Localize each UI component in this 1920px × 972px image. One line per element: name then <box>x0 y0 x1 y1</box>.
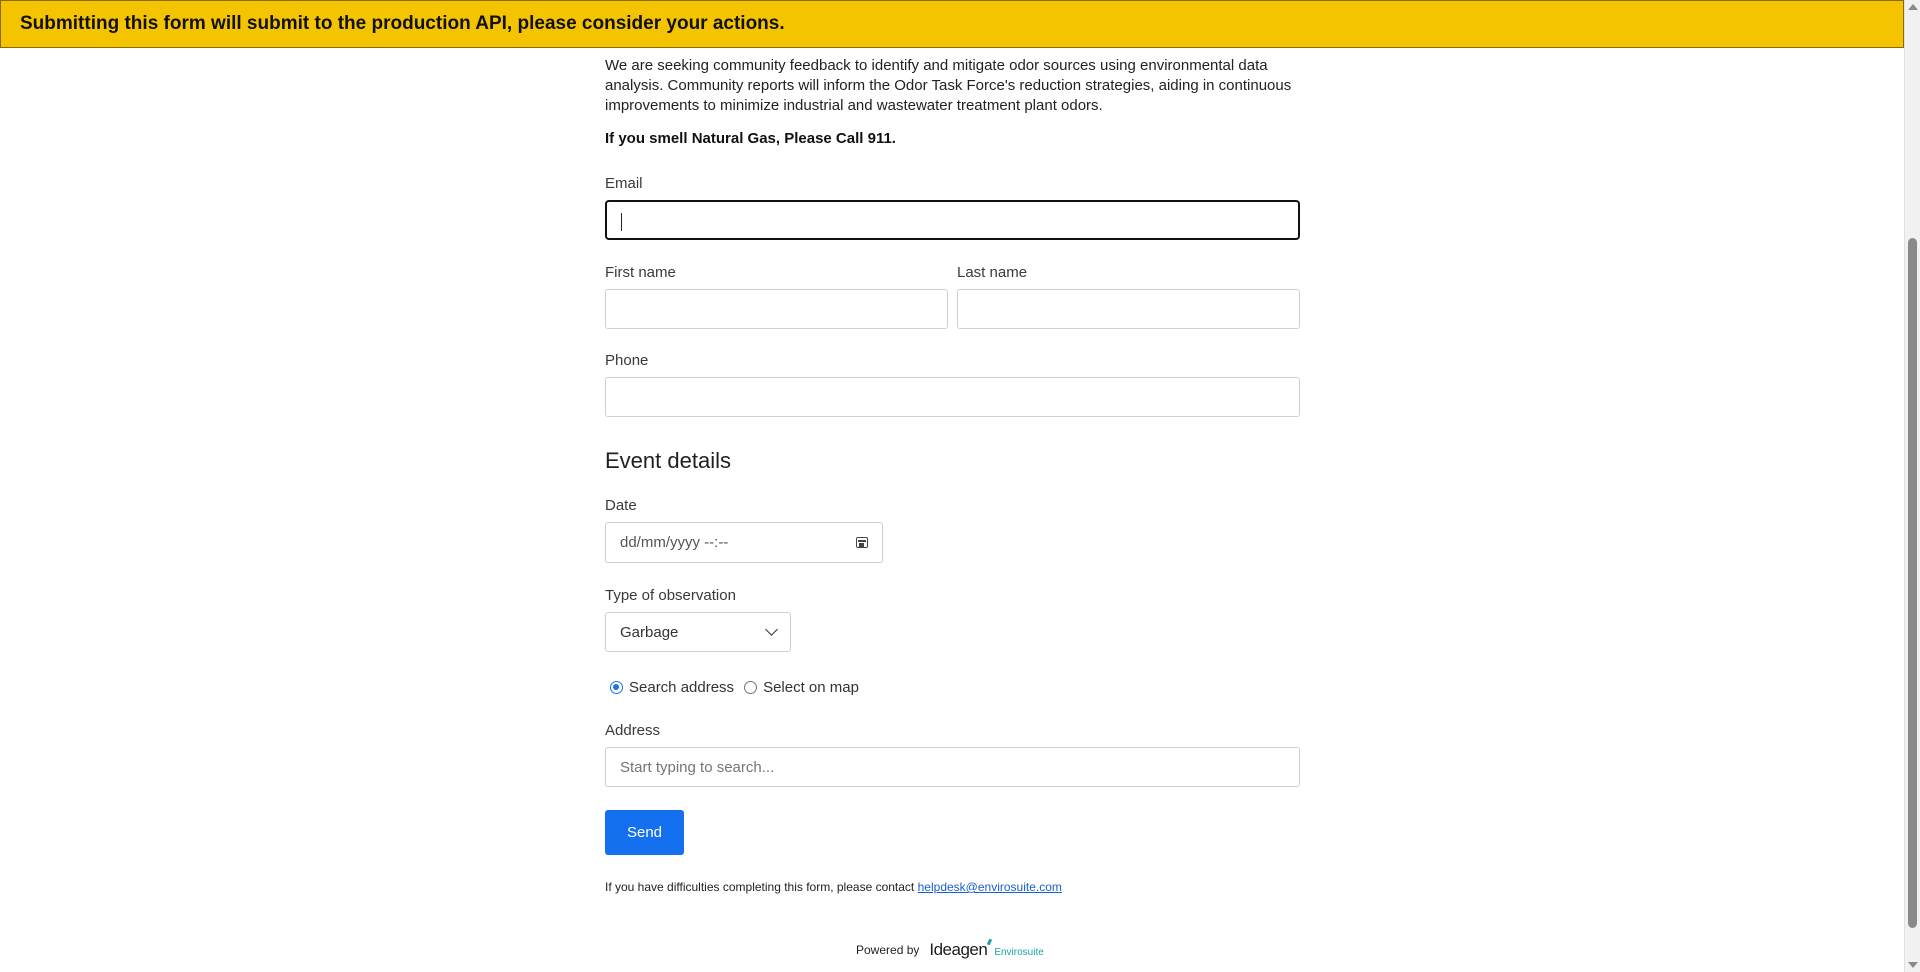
radio-select-on-map-label[interactable]: Select on map <box>763 679 859 696</box>
observation-field-group: Type of observation Garbage <box>605 587 791 652</box>
logo-accent-icon <box>987 938 993 946</box>
last-name-label: Last name <box>957 264 1028 281</box>
last-name-input[interactable] <box>957 289 1300 329</box>
intro-paragraph: We are seeking community feedback to ide… <box>605 57 1292 114</box>
observation-label: Type of observation <box>605 587 736 604</box>
page-scrollbar[interactable] <box>1904 0 1920 972</box>
phone-label: Phone <box>605 352 649 369</box>
production-warning-banner: Submitting this form will submit to the … <box>0 0 1904 48</box>
scroll-down-icon[interactable] <box>1908 962 1918 968</box>
send-button[interactable]: Send <box>605 810 684 855</box>
observation-selected: Garbage <box>620 623 679 641</box>
helpdesk-email-link[interactable]: helpdesk@envirosuite.com <box>918 880 1062 894</box>
observation-select[interactable]: Garbage <box>605 612 791 652</box>
last-name-field-group: Last name <box>957 264 1300 329</box>
email-label: Email <box>605 175 643 192</box>
first-name-label: First name <box>605 264 676 281</box>
chevron-down-icon <box>765 623 778 636</box>
ideagen-envirosuite-logo[interactable]: Ideagen Envirosuite <box>929 938 1044 960</box>
phone-input[interactable] <box>605 377 1300 417</box>
scrollbar-thumb[interactable] <box>1908 238 1917 928</box>
help-text: If you have difficulties completing this… <box>605 880 1062 894</box>
text-caret <box>621 213 622 231</box>
email-field-group: Email <box>605 175 1300 240</box>
scroll-up-icon[interactable] <box>1908 4 1918 10</box>
help-message: If you have difficulties completing this… <box>605 880 915 894</box>
address-label: Address <box>605 722 661 739</box>
page: Submitting this form will submit to the … <box>0 0 1920 972</box>
banner-text: Submitting this form will submit to the … <box>20 13 785 34</box>
location-mode-group: Search address Select on map <box>610 679 869 696</box>
radio-search-address[interactable] <box>610 681 623 694</box>
radio-select-on-map[interactable] <box>744 681 758 694</box>
first-name-field-group: First name <box>605 264 948 329</box>
email-input[interactable] <box>605 200 1300 240</box>
address-field-group: Address <box>605 722 1300 787</box>
date-input[interactable]: dd/mm/yyyy --:-- <box>605 522 883 563</box>
address-search-input[interactable] <box>605 747 1300 787</box>
calendar-icon[interactable] <box>856 537 868 548</box>
radio-search-address-label[interactable]: Search address <box>629 679 734 696</box>
logo-envirosuite-text: Envirosuite <box>994 947 1044 958</box>
odor-report-form: We are seeking community feedback to ide… <box>605 48 1300 147</box>
date-placeholder: dd/mm/yyyy --:-- <box>620 534 729 551</box>
powered-by-label: Powered by <box>856 943 920 957</box>
date-field-group: Date dd/mm/yyyy --:-- <box>605 497 883 563</box>
powered-by-footer: Powered by Ideagen Envirosuite <box>856 938 1044 960</box>
logo-ideagen-text: Ideagen <box>929 940 988 959</box>
gas-warning: If you smell Natural Gas, Please Call 91… <box>605 130 896 147</box>
date-label: Date <box>605 497 637 514</box>
phone-field-group: Phone <box>605 352 1300 417</box>
event-details-heading: Event details <box>605 448 731 473</box>
first-name-input[interactable] <box>605 289 948 329</box>
